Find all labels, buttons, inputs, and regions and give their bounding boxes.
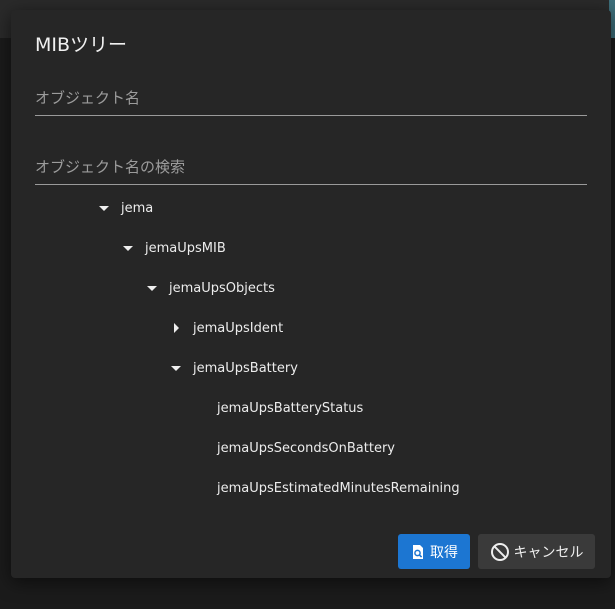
tree-node-label: jemaUpsSecondsOnBattery [217,440,395,456]
mib-tree-dialog: MIBツリー jema jemaUpsMIB jemaUpsObjects je… [11,10,611,578]
get-button[interactable]: 取得 [398,534,470,569]
tree-node-jemaupssecondsonbattery[interactable]: jemaUpsSecondsOnBattery [193,437,395,459]
expand-arrow-icon[interactable] [121,241,135,255]
tree-node-label: jemaUpsEstimatedMinutesRemaining [217,480,460,496]
tree-node-jemaupsbatterystatus[interactable]: jemaUpsBatteryStatus [193,397,363,419]
mib-tree: jema jemaUpsMIB jemaUpsObjects jemaUpsId… [11,192,611,512]
tree-node-label: jemaUpsBattery [193,360,298,376]
dialog-title: MIBツリー [35,34,128,56]
tree-node-label: jemaUpsMIB [145,240,226,256]
cancel-button[interactable]: キャンセル [478,534,595,569]
tree-node-label: jemaUpsIdent [193,320,284,336]
tree-node-label: jemaUpsObjects [169,280,275,296]
tree-node-jema[interactable]: jema [97,197,153,219]
cancel-icon [490,542,510,562]
expand-arrow-icon[interactable] [97,201,111,215]
expand-arrow-icon[interactable] [145,281,159,295]
expand-arrow-icon[interactable] [169,361,183,375]
get-button-label: 取得 [430,544,458,561]
tree-node-jemaupsident[interactable]: jemaUpsIdent [169,317,283,339]
collapse-arrow-icon[interactable] [169,321,183,335]
cancel-button-label: キャンセル [513,544,584,561]
tree-node-jemaupsbattery[interactable]: jemaUpsBattery [169,357,298,379]
document-search-icon [410,544,426,560]
tree-node-label: jemaUpsBatteryStatus [217,400,364,416]
tree-node-jemaupsestimatedminutesremaining[interactable]: jemaUpsEstimatedMinutesRemaining [193,477,460,499]
object-name-field [35,81,587,116]
tree-node-label: jema [121,200,154,216]
tree-node-jemaupsmib[interactable]: jemaUpsMIB [121,237,226,259]
object-search-field [35,150,587,185]
object-name-input[interactable] [35,81,587,115]
tree-node-jemaupsobjects[interactable]: jemaUpsObjects [145,277,275,299]
object-search-input[interactable] [35,150,587,184]
